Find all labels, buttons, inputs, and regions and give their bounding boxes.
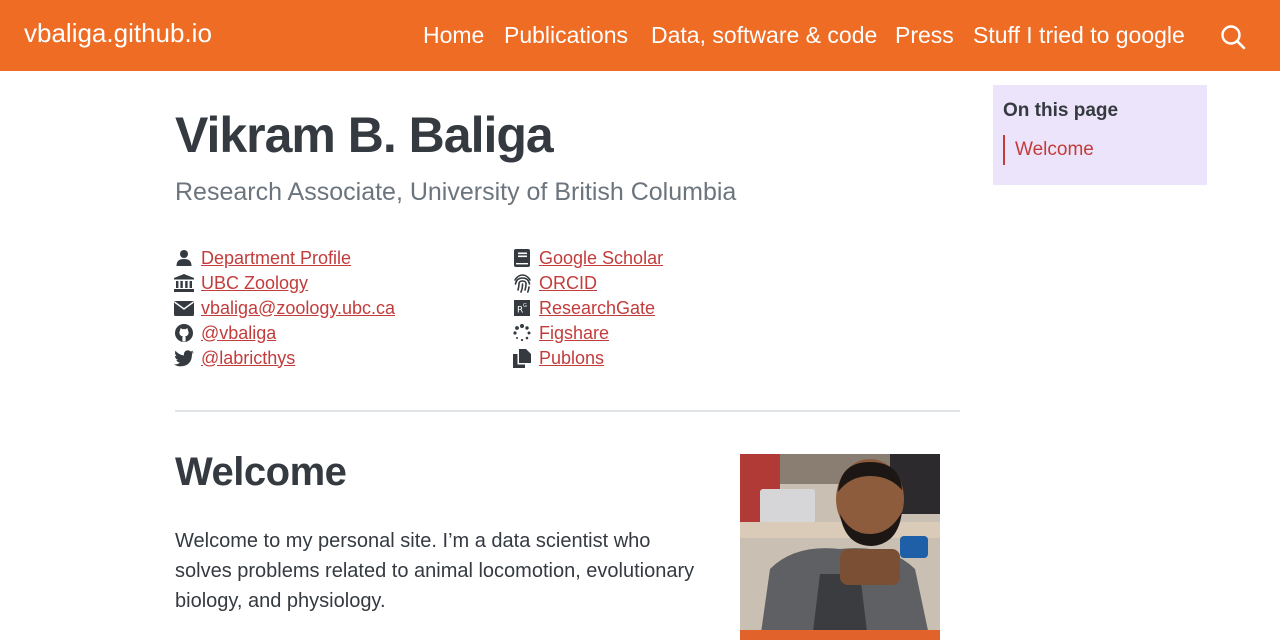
orcid-link[interactable]: ORCID [539, 273, 597, 294]
twitter-icon [174, 348, 194, 368]
welcome-heading: Welcome [175, 450, 347, 494]
svg-text:G: G [523, 303, 527, 309]
nav-home[interactable]: Home [423, 22, 484, 49]
link-twitter: @labricthys [174, 347, 295, 369]
twitter-link[interactable]: @labricthys [201, 348, 295, 369]
site-brand-link[interactable]: vbaliga.github.io [24, 18, 212, 49]
nav-publications[interactable]: Publications [504, 22, 628, 49]
link-figshare: Figshare [512, 322, 609, 344]
link-email: vbaliga@zoology.ubc.ca [174, 297, 395, 319]
welcome-paragraph: Welcome to my personal site. I’m a data … [175, 530, 695, 612]
link-orcid: ORCID [512, 272, 597, 294]
department-profile-link[interactable]: Department Profile [201, 248, 351, 269]
nav-press[interactable]: Press [895, 22, 954, 49]
toc-title: On this page [1003, 100, 1119, 121]
page-title: Vikram B. Baliga [175, 107, 554, 163]
researchgate-icon: RG [512, 298, 532, 318]
envelope-icon [174, 298, 194, 318]
user-icon [174, 248, 194, 268]
github-icon [174, 323, 194, 343]
nav-data-software-code[interactable]: Data, software & code [651, 22, 877, 49]
university-icon [174, 273, 194, 293]
table-of-contents: On this page Welcome [993, 85, 1207, 185]
fingerprint-icon [512, 273, 532, 293]
copy-icon [512, 348, 532, 368]
profile-photo [740, 454, 940, 640]
ubc-zoology-link[interactable]: UBC Zoology [201, 273, 308, 294]
link-researchgate: RG ResearchGate [512, 297, 655, 319]
book-icon [512, 248, 532, 268]
link-ubc-zoology: UBC Zoology [174, 272, 308, 294]
email-link[interactable]: vbaliga@zoology.ubc.ca [201, 298, 395, 319]
figshare-link[interactable]: Figshare [539, 323, 609, 344]
figshare-icon [512, 323, 532, 343]
section-divider [175, 410, 960, 412]
link-publons: Publons [512, 347, 604, 369]
link-google-scholar: Google Scholar [512, 247, 663, 269]
link-github: @vbaliga [174, 322, 276, 344]
toc-item-welcome[interactable]: Welcome [1003, 135, 1094, 165]
navbar: vbaliga.github.io Home Publications Data… [0, 0, 1280, 71]
nav-stuff-i-tried-to-google[interactable]: Stuff I tried to google [973, 22, 1185, 49]
search-icon[interactable] [1220, 24, 1246, 50]
github-link[interactable]: @vbaliga [201, 323, 276, 344]
google-scholar-link[interactable]: Google Scholar [539, 248, 663, 269]
researchgate-link[interactable]: ResearchGate [539, 298, 655, 319]
page-subtitle: Research Associate, University of Britis… [175, 178, 737, 206]
publons-link[interactable]: Publons [539, 348, 604, 369]
link-department-profile: Department Profile [174, 247, 351, 269]
